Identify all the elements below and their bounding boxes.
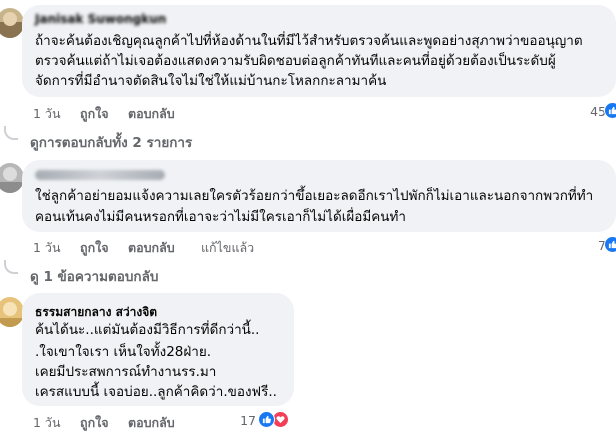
avatar[interactable] — [0, 163, 24, 193]
comment-text: จัดการที่มีอำนาจตัดสินใจไม่ใช่ให้แม่บ้าน… — [35, 73, 387, 89]
comment-text: ค้นได้นะ..แต่มันต้องมีวิธีการที่ดีกว่านี… — [35, 322, 260, 338]
reply-button[interactable]: ตอบกลับ — [128, 413, 175, 433]
like-reaction-icon[interactable] — [604, 236, 616, 253]
like-button[interactable]: ถูกใจ — [80, 413, 109, 433]
like-button[interactable]: ถูกใจ — [80, 104, 109, 124]
edited-label: แก้ไขแล้ว — [201, 240, 255, 255]
thread-connector — [4, 260, 18, 274]
avatar[interactable] — [0, 8, 24, 38]
view-replies-link[interactable]: ดู 1 ข้อความตอบกลับ — [30, 265, 158, 287]
comment-actions: 1 วัน ถูกใจ ตอบกลับ — [33, 413, 233, 431]
comment-text: .ใจเขาใจเรา เห็นใจทั้ง28ฝ่าย. — [35, 344, 212, 360]
reply-button[interactable]: ตอบกลับ — [128, 104, 175, 124]
reply-button[interactable]: ตอบกลับ — [128, 238, 175, 258]
reaction-count[interactable]: 17 — [232, 413, 256, 428]
comment-text: ใช่ลูกค้าอย่ายอมแจ้งความเลยใครตัวร้อยกว่… — [35, 188, 594, 204]
avatar[interactable] — [0, 297, 24, 327]
like-button[interactable]: ถูกใจ — [80, 238, 109, 258]
comment-text: ตรวจค้นแต่ถ้าไม่เจอต้องแสดงความรับผิดชอบ… — [35, 53, 556, 69]
view-replies-link[interactable]: ดูการตอบกลับทั้ง 2 รายการ — [30, 131, 192, 153]
comment-author[interactable]: Janisak Suwongkun — [35, 12, 166, 26]
reaction-count[interactable]: 7 — [582, 238, 606, 253]
comment-text: เคยมีประสพการณ์ทำงานรร.มา — [35, 364, 217, 380]
comment-time[interactable]: 1 วัน — [33, 104, 61, 124]
reaction-count[interactable]: 45 — [582, 104, 606, 119]
comment-text: ถ้าจะค้นต้องเชิญคุณลูกค้าไปที่ห้องด้านใน… — [35, 33, 583, 49]
like-reaction-icon[interactable] — [258, 411, 275, 428]
comment-time[interactable]: 1 วัน — [33, 413, 61, 433]
comment-text: คอนเท้นคงไม่มีคนหรอกที่เอาจะว่าไม่มีใครเ… — [35, 209, 406, 225]
comment-time[interactable]: 1 วัน — [33, 238, 61, 258]
comment-actions: 1 วัน ถูกใจ ตอบกลับ — [33, 104, 233, 122]
comment-actions: 1 วัน ถูกใจ ตอบกลับ แก้ไขแล้ว — [33, 238, 293, 256]
like-reaction-icon[interactable] — [604, 102, 616, 119]
comment-author[interactable] — [35, 170, 165, 180]
comment-text: เครสแบบนี้ เจอบ่อย..ลูกค้าคิดว่า.ของฟรี.… — [35, 384, 277, 400]
thread-connector — [4, 126, 18, 140]
